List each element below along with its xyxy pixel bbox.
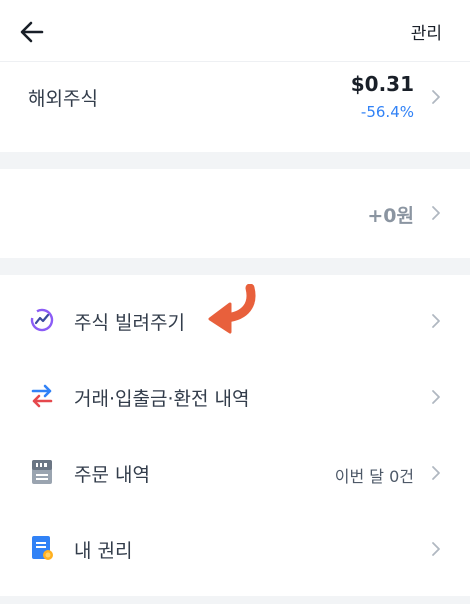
certificate-icon <box>32 536 53 560</box>
order-history-label: 주문 내역 <box>74 464 150 486</box>
overseas-stock-amount: $0.31 <box>350 72 414 96</box>
my-rights-label: 내 권리 <box>74 540 133 562</box>
order-history-count: 이번 달 0건 <box>334 467 414 486</box>
lending-chart-icon <box>30 308 54 332</box>
manage-button[interactable]: 관리 <box>411 19 442 44</box>
section-separator <box>0 152 470 169</box>
overseas-stock-row[interactable]: 해외주식 $0.31 -56.4% <box>0 62 470 148</box>
swap-arrows-icon <box>31 384 53 408</box>
stock-lending-label: 주식 빌려주기 <box>74 312 185 334</box>
bottom-separator <box>0 596 470 604</box>
chevron-right-icon <box>432 466 440 480</box>
top-bar: 관리 <box>0 0 470 60</box>
transaction-history-label: 거래·입출금·환전 내역 <box>74 388 250 410</box>
section-separator <box>0 258 470 275</box>
chevron-right-icon <box>432 206 440 220</box>
chevron-right-icon <box>432 390 440 404</box>
receipt-icon <box>32 460 52 484</box>
back-button[interactable] <box>14 14 50 50</box>
order-history-item[interactable]: 주문 내역 이번 달 0건 <box>0 434 470 512</box>
arrow-left-icon <box>20 21 44 43</box>
annotation-arrow-icon <box>208 284 256 334</box>
overseas-stock-label: 해외주식 <box>28 88 98 110</box>
chevron-right-icon <box>432 542 440 556</box>
chevron-right-icon <box>432 314 440 328</box>
transaction-history-item[interactable]: 거래·입출금·환전 내역 <box>0 358 470 436</box>
my-rights-item[interactable]: 내 권리 <box>0 510 470 588</box>
overseas-stock-change: -56.4% <box>360 103 414 121</box>
chevron-right-icon <box>432 90 440 104</box>
krw-balance-row[interactable]: +0원 <box>0 170 470 256</box>
krw-balance-value: +0원 <box>367 205 414 227</box>
